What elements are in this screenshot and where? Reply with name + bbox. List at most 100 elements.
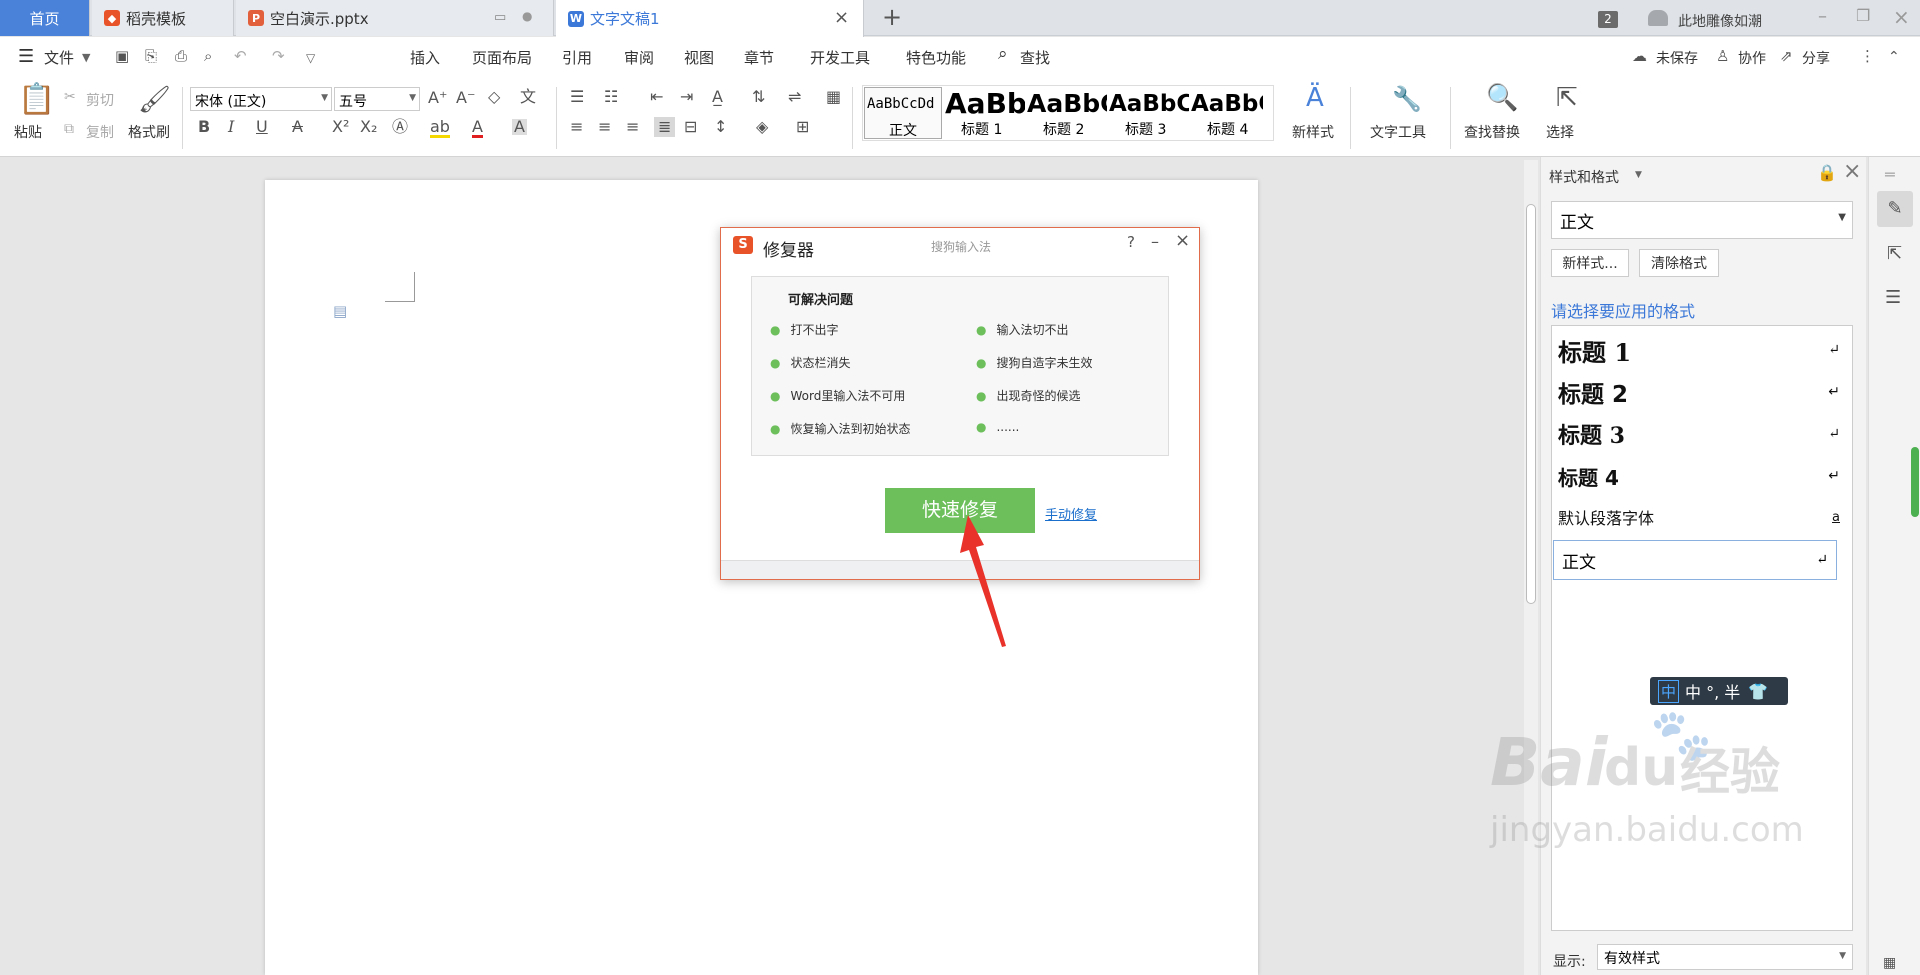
- undo-icon[interactable]: ↶: [234, 47, 247, 65]
- line-break-icon[interactable]: ⇌: [788, 89, 801, 105]
- ime-mode-icon[interactable]: 中: [1658, 679, 1680, 703]
- copy-button[interactable]: 复制: [86, 122, 114, 142]
- avatar[interactable]: [1648, 10, 1668, 26]
- style-heading4[interactable]: AaBbC 标题 4: [1191, 87, 1263, 139]
- format-painter-button[interactable]: 格式刷: [128, 122, 170, 142]
- highlight-icon[interactable]: ab: [430, 119, 450, 138]
- grid-icon[interactable]: ▦: [1883, 955, 1896, 971]
- char-shading-icon[interactable]: A: [512, 119, 527, 135]
- skin-icon[interactable]: 👕: [1748, 682, 1768, 701]
- tab-page-layout[interactable]: 页面布局: [472, 47, 532, 68]
- italic-icon[interactable]: I: [228, 119, 234, 135]
- manual-repair-link[interactable]: 手动修复: [1045, 504, 1097, 523]
- tab-references[interactable]: 引用: [562, 47, 592, 68]
- new-style-icon[interactable]: Ä: [1306, 85, 1324, 111]
- settings-sliders-icon[interactable]: ☰: [1885, 287, 1901, 308]
- collab-button[interactable]: 协作: [1738, 48, 1766, 68]
- chevron-down-icon[interactable]: ▼: [82, 51, 90, 64]
- tab-text-doc[interactable]: W 文字文稿1 ×: [556, 0, 864, 37]
- close-window-icon[interactable]: ×: [1893, 5, 1910, 29]
- style-item-normal[interactable]: 正文 ↵: [1553, 540, 1837, 580]
- tab-special[interactable]: 特色功能: [906, 47, 966, 68]
- more-icon[interactable]: ⋮: [1860, 47, 1875, 65]
- help-button[interactable]: ?: [1127, 233, 1135, 251]
- restore-icon[interactable]: ❐: [1856, 6, 1870, 25]
- new-style-panel-button[interactable]: 新样式...: [1551, 249, 1629, 277]
- user-name[interactable]: 此地雕像如潮: [1678, 11, 1762, 31]
- style-pen-icon[interactable]: ✎: [1877, 191, 1913, 227]
- style-item-heading4[interactable]: 标题 4 ↵: [1558, 458, 1840, 494]
- tab-home[interactable]: 首页: [0, 0, 90, 36]
- close-button[interactable]: ×: [1175, 230, 1190, 251]
- tab-developer[interactable]: 开发工具: [810, 47, 870, 68]
- borders-icon[interactable]: ⊞: [796, 119, 809, 135]
- numbered-list-icon[interactable]: ☷: [604, 89, 618, 105]
- find-replace-button[interactable]: 查找替换: [1464, 122, 1520, 142]
- align-left-icon[interactable]: ≡: [570, 119, 583, 135]
- select-cursor-icon[interactable]: ⇱: [1887, 243, 1902, 264]
- increase-indent-icon[interactable]: ⇥: [680, 89, 693, 105]
- close-panel-icon[interactable]: ×: [1843, 159, 1861, 184]
- format-painter-icon[interactable]: 🖌: [138, 87, 171, 113]
- wrench-icon[interactable]: 🔧: [1392, 87, 1422, 111]
- style-item-heading1[interactable]: 标题 1 ↵: [1558, 332, 1840, 368]
- sort-icon[interactable]: ⇅: [752, 89, 765, 105]
- grow-font-icon[interactable]: A⁺: [428, 90, 447, 106]
- save-icon[interactable]: ▣: [115, 47, 129, 65]
- tab-docer-templates[interactable]: ◆ 稻壳模板: [92, 0, 234, 36]
- phonetic-icon[interactable]: 文: [520, 89, 536, 105]
- style-heading1[interactable]: AaBb 标题 1: [945, 87, 1025, 139]
- select-button[interactable]: 选择: [1546, 122, 1574, 142]
- hamburger-icon[interactable]: ☰: [18, 46, 34, 67]
- share-button[interactable]: 分享: [1802, 48, 1830, 68]
- close-tab-icon[interactable]: ×: [834, 7, 849, 28]
- print-preview-icon[interactable]: ⌕: [204, 47, 212, 65]
- new-tab-button[interactable]: +: [882, 3, 902, 31]
- cursor-icon[interactable]: ⇱: [1556, 85, 1578, 111]
- style-heading3[interactable]: AaBbC 标题 3: [1109, 87, 1189, 139]
- distribute-icon[interactable]: ⊟: [684, 119, 697, 135]
- print-icon[interactable]: ⎙: [175, 47, 187, 65]
- find-button[interactable]: 查找: [1020, 47, 1050, 68]
- table-border-icon[interactable]: ▦: [826, 89, 841, 105]
- font-color-icon[interactable]: A: [472, 119, 483, 138]
- show-select[interactable]: 有效样式 ▼: [1597, 944, 1853, 970]
- new-style-button[interactable]: 新样式: [1292, 122, 1334, 142]
- magnifier-icon[interactable]: 🔍: [1486, 85, 1518, 111]
- text-direction-icon[interactable]: A̲: [712, 89, 723, 105]
- tab-pptx[interactable]: P 空白演示.pptx ▭ ●: [236, 0, 554, 36]
- shading-icon[interactable]: ◈: [756, 119, 768, 135]
- shrink-font-icon[interactable]: A⁻: [456, 90, 475, 106]
- monitor-icon[interactable]: ▭: [494, 10, 506, 25]
- chevron-down-icon[interactable]: ▼: [1635, 170, 1642, 180]
- bullet-list-icon[interactable]: ☰: [570, 89, 584, 105]
- style-heading2[interactable]: AaBbC 标题 2: [1027, 87, 1107, 139]
- superscript-icon[interactable]: X²: [332, 119, 349, 135]
- tab-view[interactable]: 视图: [684, 47, 714, 68]
- redo-icon[interactable]: ↷: [272, 47, 285, 65]
- paste-icon[interactable]: 📋: [18, 85, 55, 115]
- underline-icon[interactable]: U: [256, 119, 268, 135]
- subscript-icon[interactable]: X₂: [360, 119, 377, 135]
- text-effect-icon[interactable]: Ⓐ: [392, 119, 408, 135]
- style-item-default-font[interactable]: 默认段落字体 a: [1558, 502, 1840, 532]
- tab-chapter[interactable]: 章节: [744, 47, 774, 68]
- current-style-select[interactable]: 正文 ▼: [1551, 201, 1853, 239]
- menu-file[interactable]: 文件: [44, 47, 74, 68]
- paste-options-icon[interactable]: ▤: [333, 302, 347, 320]
- minimize-icon[interactable]: –: [1818, 6, 1827, 27]
- style-item-heading3[interactable]: 标题 3 ↵: [1558, 416, 1840, 452]
- align-right-icon[interactable]: ≡: [626, 119, 639, 135]
- collapse-ribbon-icon[interactable]: ⌃: [1888, 49, 1900, 65]
- ime-status-bar[interactable]: 中 中 °, 半 👕: [1650, 677, 1788, 705]
- unsaved-button[interactable]: 未保存: [1656, 48, 1698, 68]
- text-tools-button[interactable]: 文字工具: [1370, 122, 1426, 142]
- lock-icon[interactable]: 🔒: [1817, 163, 1837, 182]
- line-spacing-icon[interactable]: ↕: [714, 119, 727, 135]
- badge-count[interactable]: 2: [1598, 11, 1618, 28]
- clear-format-button[interactable]: 清除格式: [1639, 249, 1719, 277]
- strikethrough-icon[interactable]: A: [292, 119, 303, 135]
- bold-icon[interactable]: B: [198, 119, 210, 135]
- style-item-heading2[interactable]: 标题 2 ↵: [1558, 374, 1840, 410]
- tab-review[interactable]: 审阅: [624, 47, 654, 68]
